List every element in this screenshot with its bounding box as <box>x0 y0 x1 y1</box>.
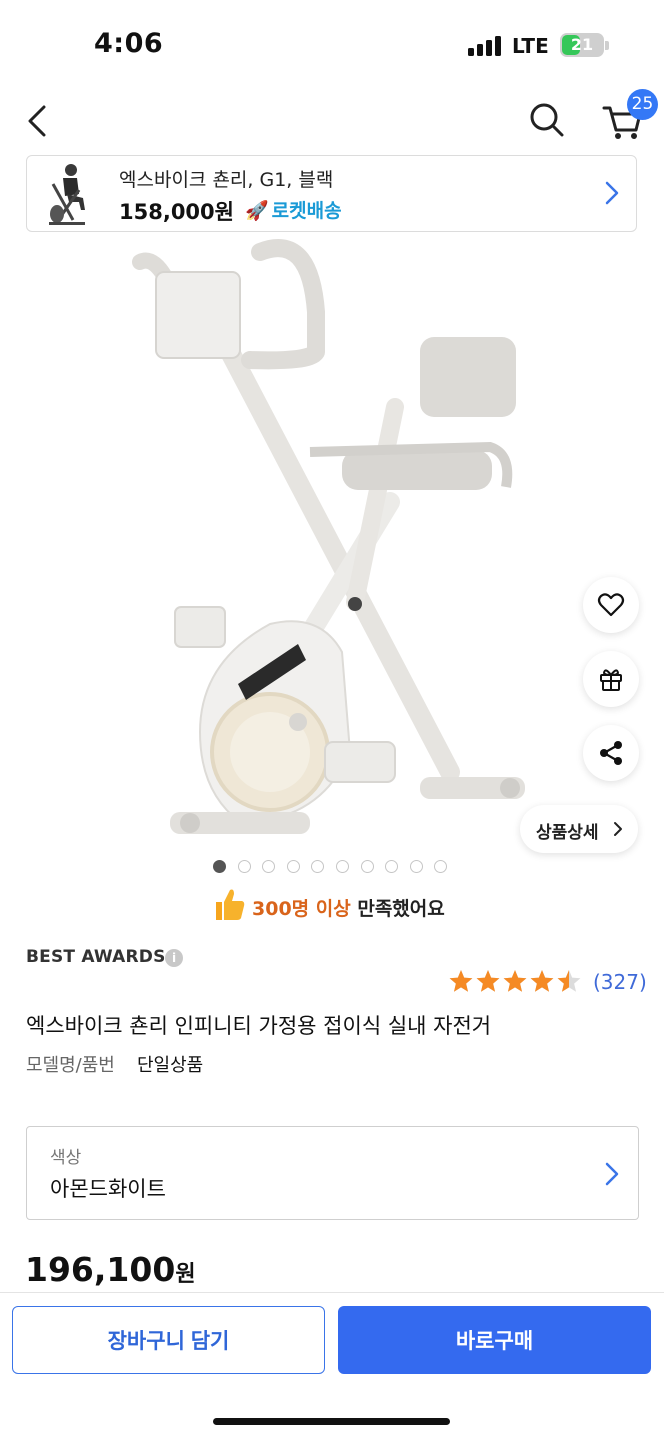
gallery-pagination <box>213 860 453 874</box>
gift-icon <box>600 669 622 691</box>
back-button[interactable] <box>18 96 58 142</box>
search-icon <box>530 103 564 137</box>
gallery-dot[interactable] <box>262 860 276 873</box>
star-fill <box>476 970 500 992</box>
rating-count[interactable]: (327) <box>593 970 647 994</box>
related-product-price: 158,000원 <box>119 200 234 224</box>
status-bar: 4:06 LTE 21 <box>0 0 664 90</box>
rocket-delivery-text: 로켓배송 <box>271 200 342 222</box>
price-amount: 196,100 <box>25 1250 176 1289</box>
top-nav <box>0 90 664 150</box>
star-fill <box>530 970 554 992</box>
star-fill <box>503 970 527 992</box>
rocket-delivery-label: 🚀 로켓배송 <box>245 196 342 223</box>
related-product-name: 엑스바이크 쵼리, G1, 블랙 <box>119 169 334 191</box>
price-unit: 원 <box>175 1262 196 1287</box>
star-fill <box>449 970 473 992</box>
search-button[interactable] <box>526 96 568 142</box>
gallery-dot[interactable] <box>409 860 423 873</box>
info-icon[interactable]: i <box>165 949 183 967</box>
product-rating[interactable]: (327) <box>448 968 648 998</box>
gallery-dot[interactable] <box>237 860 251 873</box>
chevron-left-icon <box>28 105 46 137</box>
satisfaction-count: 300명 이상 <box>252 898 351 920</box>
share-icon <box>600 741 622 765</box>
cart-count-badge: 25 <box>627 89 658 120</box>
home-indicator <box>213 1418 450 1425</box>
product-detail-button[interactable]: 상품상세 <box>520 805 638 853</box>
buy-now-button[interactable]: 바로구매 <box>338 1306 651 1374</box>
chevron-right-icon <box>605 1162 619 1186</box>
network-label: LTE <box>512 34 549 58</box>
product-price: 196,100원 <box>25 1250 196 1289</box>
status-time: 4:06 <box>94 28 164 59</box>
product-title: 엑스바이크 쵼리 인피니티 가정용 접이식 실내 자전거 <box>26 1014 492 1038</box>
model-label: 모델명/품번 <box>26 1055 115 1076</box>
battery-level: 21 <box>570 35 594 54</box>
product-detail-label: 상품상세 <box>536 823 599 843</box>
chevron-right-icon <box>614 822 622 836</box>
heart-icon <box>597 593 625 617</box>
gallery-dot[interactable] <box>385 860 399 873</box>
rocket-icon: 🚀 <box>245 200 269 222</box>
gallery-dot[interactable] <box>434 860 448 873</box>
satisfaction-banner: 300명 이상 만족했어요 <box>212 886 472 926</box>
thumbs-up-icon <box>216 889 245 920</box>
rating-stars <box>449 970 581 992</box>
product-image[interactable] <box>120 232 540 857</box>
wishlist-button[interactable] <box>583 577 639 633</box>
option-label: 색상 <box>50 1148 82 1168</box>
gallery-dot[interactable] <box>360 860 374 873</box>
gallery-dot[interactable] <box>311 860 325 873</box>
gallery-dot[interactable] <box>213 860 226 873</box>
gallery-dot[interactable] <box>336 860 349 873</box>
share-button[interactable] <box>583 725 639 781</box>
gift-button[interactable] <box>583 651 639 707</box>
gallery-dot[interactable] <box>286 860 300 873</box>
option-value: 아몬드화이트 <box>50 1177 166 1201</box>
color-option-selector[interactable]: 색상 아몬드화이트 <box>26 1126 639 1220</box>
best-awards-label: BEST AWARDS <box>26 947 166 967</box>
product-thumbnail <box>39 160 99 228</box>
battery-icon: 21 <box>560 33 604 57</box>
satisfaction-text: 만족했어요 <box>350 898 445 920</box>
chevron-right-icon <box>605 181 619 205</box>
add-to-cart-button[interactable]: 장바구니 담기 <box>12 1306 325 1374</box>
signal-icon <box>468 36 502 56</box>
model-value: 단일상품 <box>137 1055 204 1076</box>
related-product-strip[interactable]: 엑스바이크 쵼리, G1, 블랙 158,000원 🚀 로켓배송 <box>26 155 637 232</box>
